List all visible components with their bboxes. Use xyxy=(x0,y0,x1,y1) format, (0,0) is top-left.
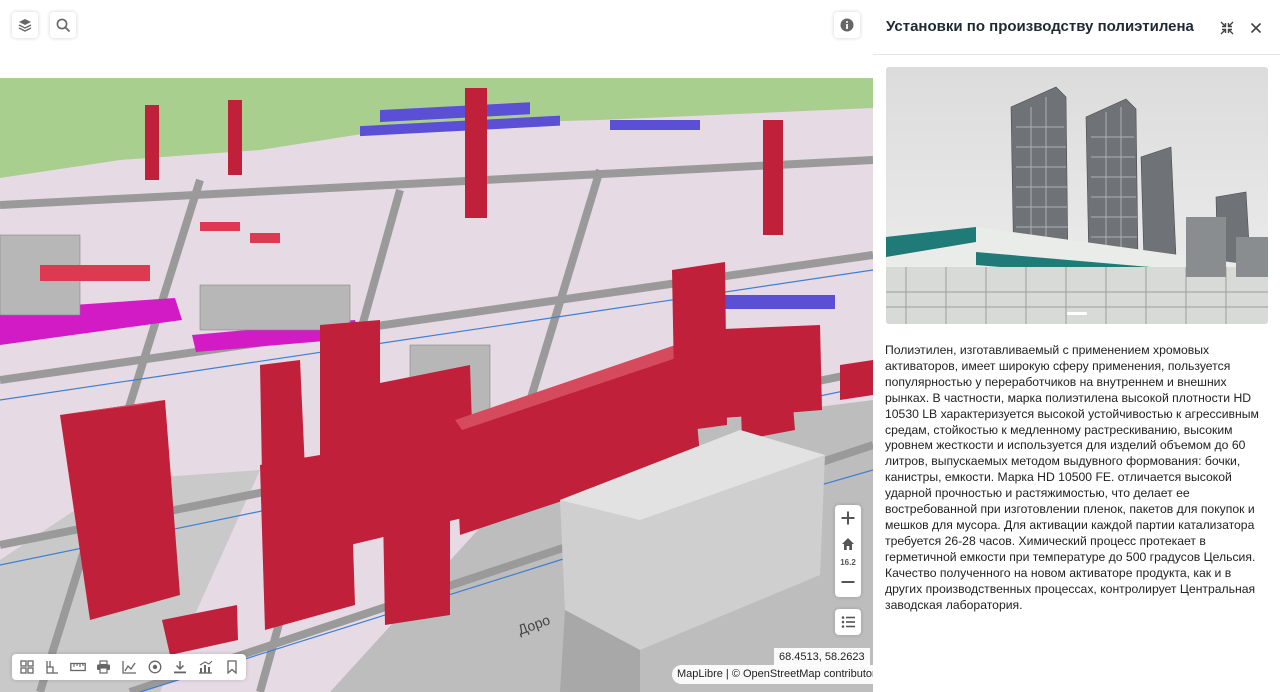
toolbar-bookmark-button[interactable] xyxy=(219,654,245,680)
description-text: Полиэтилен, изготавливаемый с применение… xyxy=(885,343,1259,612)
zoom-controls: 16.2 xyxy=(835,505,861,597)
bookmark-icon xyxy=(226,660,237,674)
info-icon xyxy=(840,18,854,32)
map-3d-scene[interactable]: Доро xyxy=(0,0,873,692)
zoom-in-icon xyxy=(841,511,855,525)
home-button[interactable] xyxy=(835,531,861,557)
search-icon xyxy=(56,18,70,32)
print-icon xyxy=(97,660,111,674)
toolbar-analytics-button[interactable] xyxy=(193,654,219,680)
toolbar-building-button[interactable] xyxy=(40,654,66,680)
collapse-button[interactable] xyxy=(1218,19,1236,37)
zoom-out-button[interactable] xyxy=(835,569,861,595)
toolbar-grid-button[interactable] xyxy=(14,654,40,680)
toolbar-chart-button[interactable] xyxy=(116,654,142,680)
toolbar-download-button[interactable] xyxy=(168,654,194,680)
chart-icon xyxy=(122,661,136,674)
map-toolbar xyxy=(12,654,247,680)
map-view[interactable]: Доро 16.2 68.4513, 58.2623 MapLibre | © … xyxy=(0,0,873,692)
zoom-out-icon xyxy=(841,581,855,583)
legend-button[interactable] xyxy=(835,609,861,635)
panel-header: Установки по производству полиэтилена xyxy=(873,0,1280,55)
plant-photo[interactable] xyxy=(886,67,1268,324)
toolbar-ruler-button[interactable] xyxy=(65,654,91,680)
ruler-icon xyxy=(70,662,86,672)
close-icon xyxy=(1250,22,1262,34)
maplibre-link[interactable]: MapLibre xyxy=(677,668,723,680)
info-button[interactable] xyxy=(834,12,860,38)
download-icon xyxy=(174,661,187,674)
layers-button[interactable] xyxy=(12,12,38,38)
map-attribution: MapLibre | © OpenStreetMap contributors xyxy=(672,665,873,684)
search-button[interactable] xyxy=(50,12,76,38)
info-panel: Установки по производству полиэтилена По… xyxy=(873,0,1280,692)
location-icon xyxy=(148,660,162,674)
panel-title: Установки по производству полиэтилена xyxy=(886,18,1194,35)
collapse-icon xyxy=(1220,21,1234,35)
toolbar-location-button[interactable] xyxy=(142,654,168,680)
carousel-indicator[interactable] xyxy=(1067,312,1087,315)
layers-icon xyxy=(18,19,32,32)
coordinates-readout: 68.4513, 58.2623 xyxy=(774,648,870,666)
zoom-in-button[interactable] xyxy=(835,505,861,531)
attribution-separator: | © xyxy=(722,668,743,680)
analytics-icon xyxy=(199,660,213,674)
home-icon xyxy=(842,538,854,550)
openstreetmap-link[interactable]: OpenStreetMap xyxy=(743,668,821,680)
attribution-contributors: contributors xyxy=(823,668,873,680)
grid-icon xyxy=(20,660,34,674)
legend-list-icon xyxy=(841,616,855,628)
toolbar-print-button[interactable] xyxy=(91,654,117,680)
building-icon xyxy=(46,661,59,674)
close-button[interactable] xyxy=(1247,19,1265,37)
plant-photo-image xyxy=(886,67,1268,324)
zoom-level-label: 16.2 xyxy=(840,558,856,567)
